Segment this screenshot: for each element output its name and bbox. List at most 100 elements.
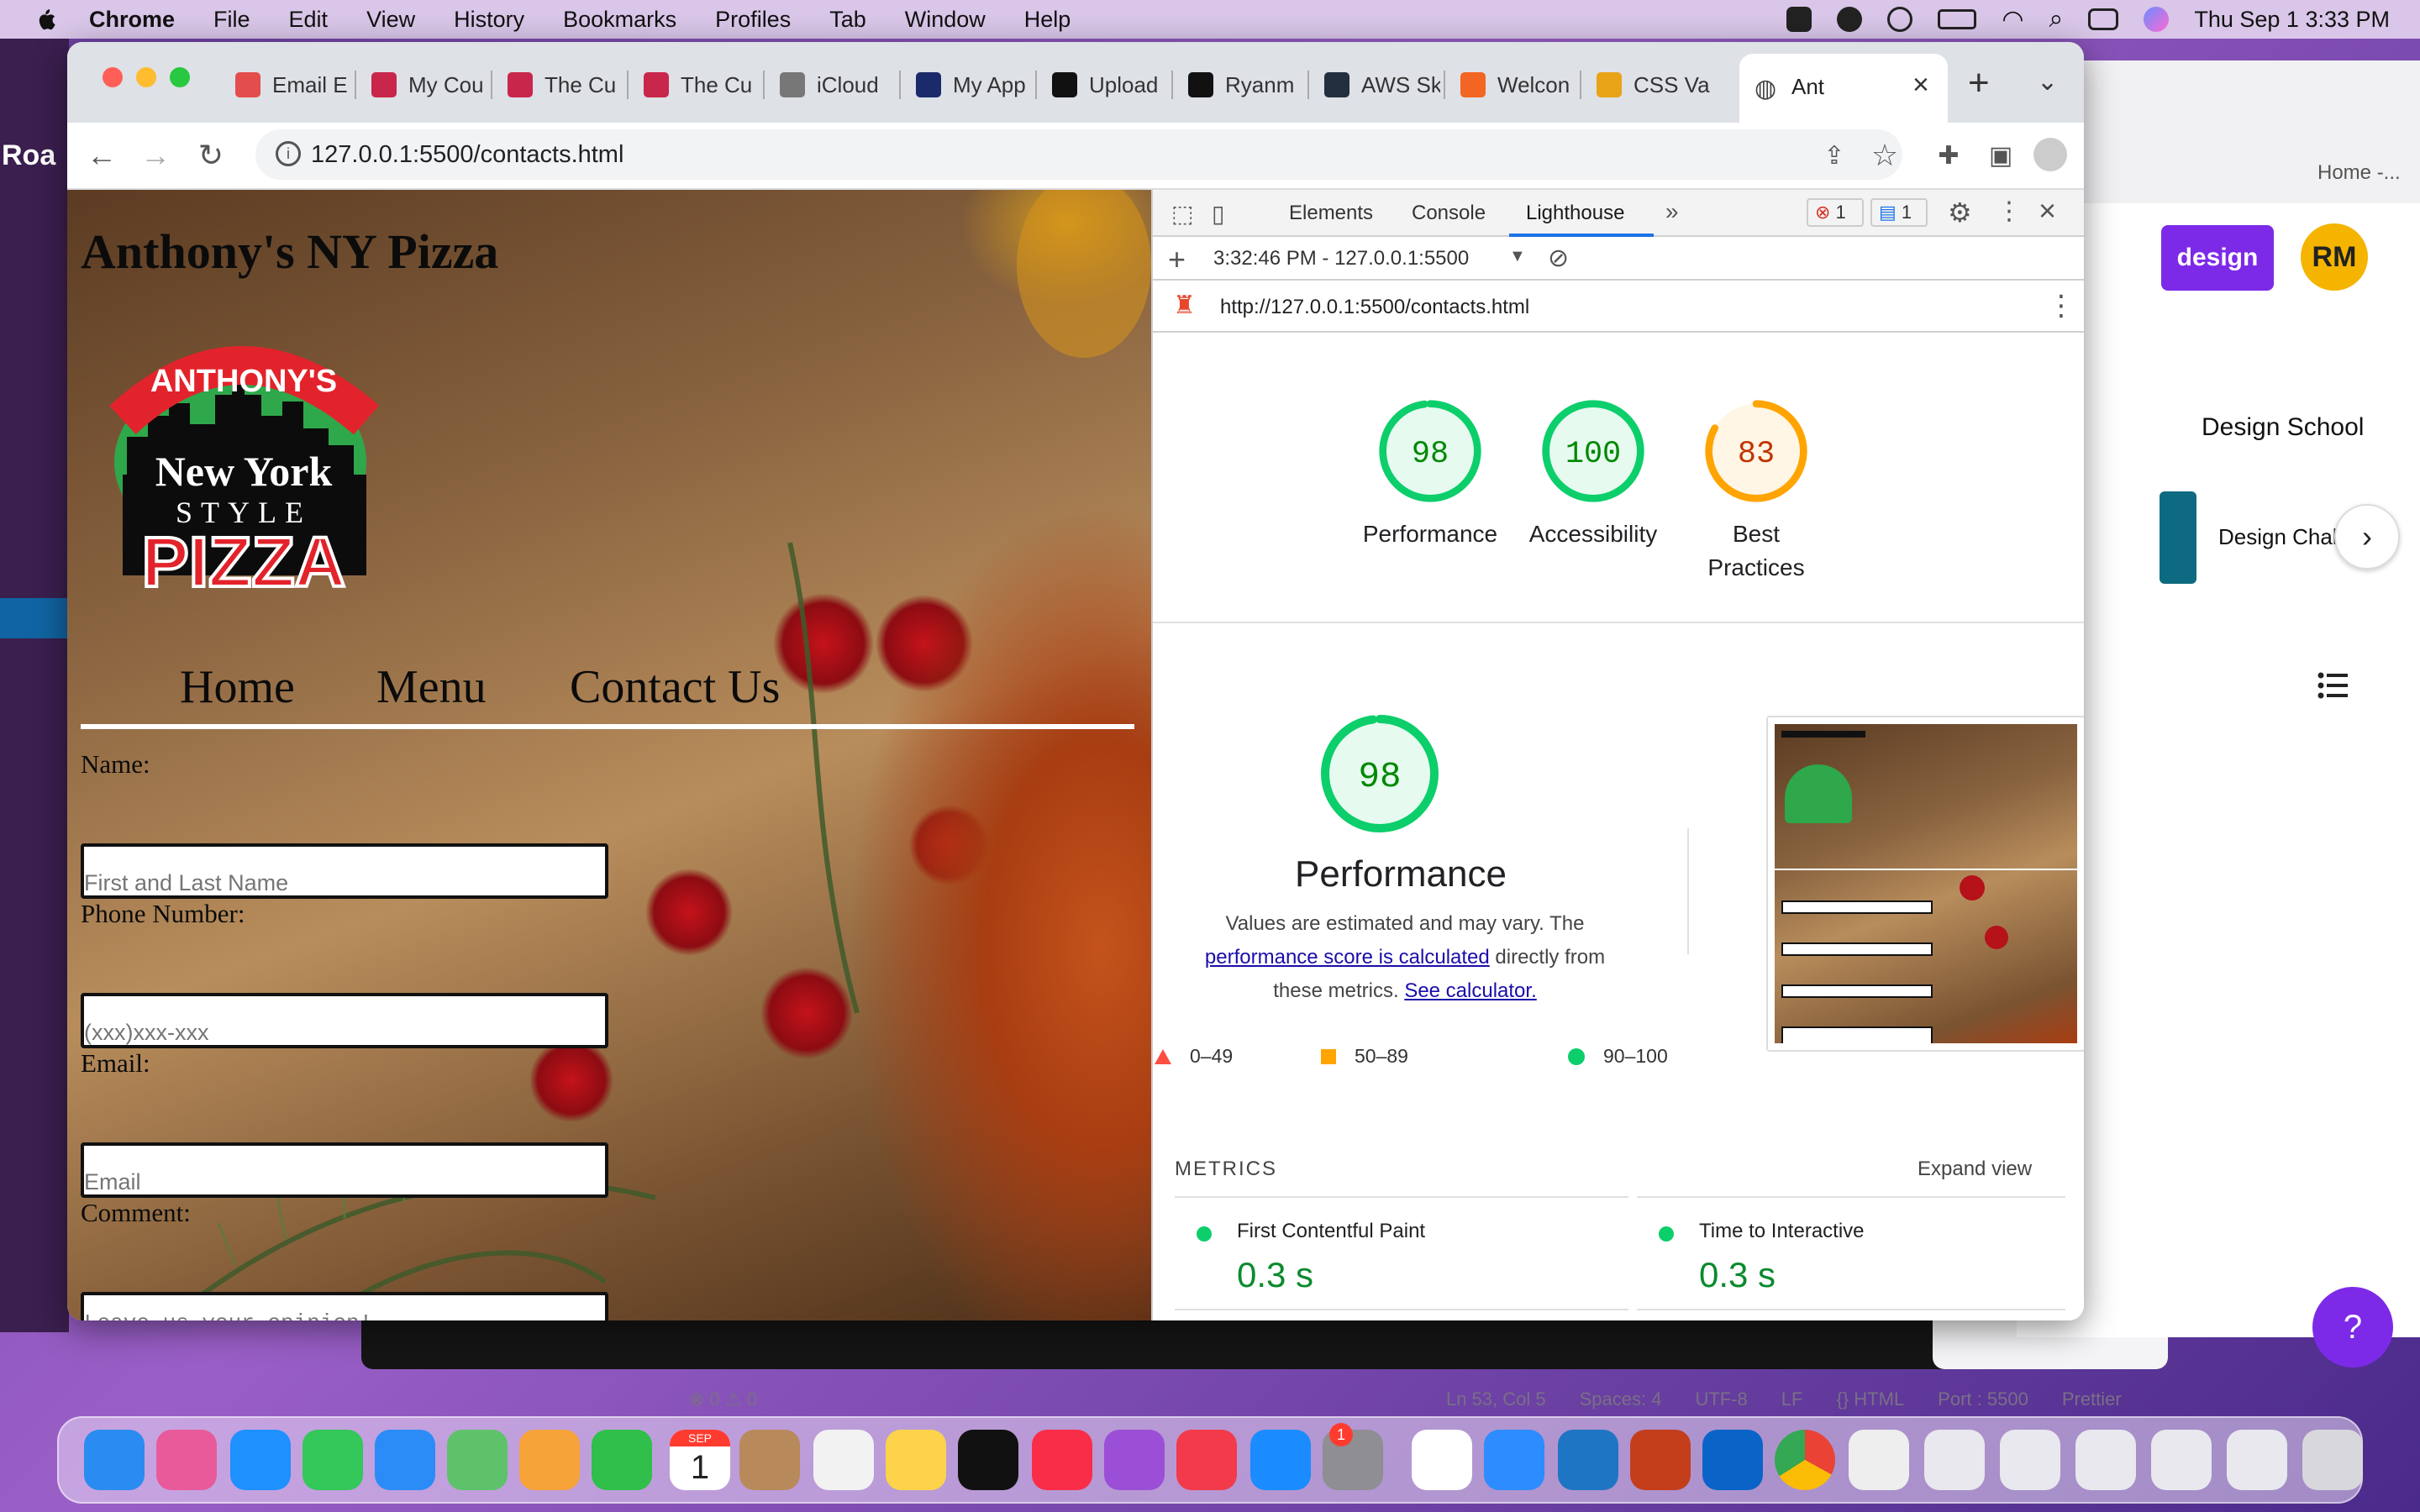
finder-icon[interactable]	[84, 1430, 145, 1490]
name-input[interactable]	[81, 843, 608, 899]
share-icon[interactable]: ⇪	[1817, 138, 1852, 173]
checkmark-status-icon[interactable]	[1837, 7, 1863, 32]
vscode-language[interactable]: {} HTML	[1836, 1389, 1904, 1410]
launchpad-icon[interactable]	[156, 1430, 217, 1490]
devtools-tab-console[interactable]: Console	[1412, 202, 1486, 225]
score-calculated-link[interactable]: performance score is calculated	[1205, 946, 1490, 969]
more-tabs-icon[interactable]: »	[1665, 198, 1679, 225]
menu-history[interactable]: History	[454, 7, 524, 33]
vscode-indent[interactable]: Spaces: 4	[1580, 1389, 1662, 1410]
apple-tv-icon[interactable]	[958, 1430, 1018, 1490]
spotlight-search-icon[interactable]: ⌕	[2049, 5, 2064, 34]
powerpoint-icon[interactable]	[1630, 1430, 1691, 1490]
page-screenshot-thumbnail[interactable]	[1766, 716, 2084, 1052]
side-panel-icon[interactable]: ▣	[1983, 138, 2018, 173]
nav-contact-link[interactable]: Contact Us	[570, 660, 780, 714]
tab-8[interactable]: AWS Sk	[1311, 60, 1440, 109]
close-window-button[interactable]	[103, 67, 123, 87]
zoom-window-button[interactable]	[170, 67, 190, 87]
phone-input[interactable]	[81, 993, 608, 1048]
maps-icon[interactable]	[447, 1430, 508, 1490]
see-calculator-link[interactable]: See calculator.	[1404, 979, 1536, 1002]
messages-badge[interactable]: ▤ 1	[1870, 198, 1928, 227]
chrome-icon[interactable]	[1775, 1430, 1835, 1490]
avatar[interactable]: RM	[2301, 223, 2368, 291]
menu-view[interactable]: View	[366, 7, 415, 33]
zoom-icon[interactable]	[1484, 1430, 1544, 1490]
new-tab-button[interactable]: +	[1968, 62, 1990, 104]
slack-icon[interactable]	[1412, 1430, 1472, 1490]
report-dropdown-chevron-icon[interactable]: ▼	[1509, 247, 1526, 266]
play-status-icon[interactable]	[1887, 7, 1913, 32]
devtools-settings-gear-icon[interactable]: ⚙	[1948, 197, 1972, 228]
close-tab-icon[interactable]: ×	[1912, 69, 1929, 102]
vscode-problems[interactable]: ⊗ 0 ⚠ 0	[689, 1389, 757, 1410]
menu-app-name[interactable]: Chrome	[89, 7, 175, 33]
control-center-icon[interactable]	[2088, 8, 2119, 30]
tab-2[interactable]: The Cu	[494, 60, 623, 109]
calendar-icon[interactable]: SEP 1	[670, 1430, 730, 1490]
address-bar[interactable]: i 127.0.0.1:5500/contacts.html	[255, 129, 1902, 180]
comment-textarea[interactable]	[81, 1292, 608, 1320]
errors-badge[interactable]: ⊗ 1	[1807, 198, 1864, 227]
wifi-icon[interactable]: ◠	[2002, 5, 2023, 34]
device-toolbar-icon[interactable]: ▯	[1212, 200, 1224, 228]
extensions-puzzle-icon[interactable]: ✚	[1931, 138, 1966, 173]
back-arrow-icon[interactable]: ←	[84, 138, 119, 173]
notes-icon[interactable]	[886, 1430, 946, 1490]
zoom-status-icon[interactable]	[1786, 7, 1812, 32]
clear-reports-icon[interactable]: ⊘	[1548, 244, 1569, 273]
recent-window-icon[interactable]	[2151, 1430, 2212, 1490]
chevron-right-icon[interactable]: ›	[2334, 504, 2400, 570]
vscode-icon[interactable]	[1558, 1430, 1618, 1490]
vscode-eol[interactable]: LF	[1781, 1389, 1803, 1410]
reminders-icon[interactable]	[813, 1430, 874, 1490]
report-url[interactable]: http://127.0.0.1:5500/contacts.html	[1220, 296, 1529, 319]
messages-icon[interactable]	[302, 1430, 363, 1490]
tab-6[interactable]: Upload	[1039, 60, 1168, 109]
canva-card-label[interactable]: Design Chal	[2218, 524, 2338, 550]
tab-active[interactable]: ◍ Ant ×	[1739, 54, 1948, 123]
facetime-icon[interactable]	[592, 1430, 652, 1490]
devtools-tab-elements[interactable]: Elements	[1289, 202, 1373, 225]
tab-search-chevron-icon[interactable]: ⌄	[2037, 67, 2058, 97]
recent-window-icon[interactable]	[2227, 1430, 2287, 1490]
contacts-icon[interactable]	[739, 1430, 800, 1490]
trash-icon[interactable]	[2302, 1430, 2363, 1490]
devtools-tab-lighthouse[interactable]: Lighthouse	[1526, 202, 1624, 225]
nav-menu-link[interactable]: Menu	[376, 660, 487, 714]
battery-icon[interactable]	[1938, 9, 1977, 29]
email-input[interactable]	[81, 1142, 608, 1198]
tab-1[interactable]: My Cou	[358, 60, 487, 109]
menu-file[interactable]: File	[213, 7, 250, 33]
canva-card-thumbnail[interactable]	[2160, 491, 2196, 584]
list-icon[interactable]	[2317, 672, 2348, 699]
minimize-window-button[interactable]	[136, 67, 156, 87]
site-info-icon[interactable]: i	[276, 141, 301, 166]
canva-tab-label[interactable]: Home -...	[2317, 161, 2401, 185]
podcasts-icon[interactable]	[1104, 1430, 1165, 1490]
outlook-icon[interactable]	[1702, 1430, 1763, 1490]
menu-help[interactable]: Help	[1024, 7, 1071, 33]
reload-icon[interactable]: ↻	[193, 138, 229, 173]
menu-window[interactable]: Window	[905, 7, 986, 33]
recent-window-icon[interactable]	[2075, 1430, 2136, 1490]
music-icon[interactable]	[1032, 1430, 1092, 1490]
menu-tab[interactable]: Tab	[829, 7, 866, 33]
menu-profiles[interactable]: Profiles	[715, 7, 791, 33]
tab-4[interactable]: iCloud	[766, 60, 896, 109]
siri-icon[interactable]	[2144, 7, 2170, 32]
menu-edit[interactable]: Edit	[289, 7, 329, 33]
vscode-cursor-position[interactable]: Ln 53, Col 5	[1446, 1389, 1546, 1410]
new-report-icon[interactable]: +	[1168, 242, 1186, 277]
score-gauge-performance[interactable]: 98 Performance	[1346, 396, 1514, 551]
score-gauge-best-practices[interactable]: 83 Best Practices	[1672, 396, 1840, 585]
menu-bookmarks[interactable]: Bookmarks	[563, 7, 676, 33]
recent-window-icon[interactable]	[2000, 1430, 2060, 1490]
expand-view-toggle[interactable]: Expand view	[1918, 1158, 2032, 1181]
app-store-icon[interactable]	[1250, 1430, 1311, 1490]
bookmark-star-icon[interactable]: ☆	[1867, 138, 1902, 173]
tab-5[interactable]: My App	[902, 60, 1032, 109]
vscode-prettier[interactable]: Prettier	[2062, 1389, 2122, 1410]
textedit-icon[interactable]	[1849, 1430, 1909, 1490]
